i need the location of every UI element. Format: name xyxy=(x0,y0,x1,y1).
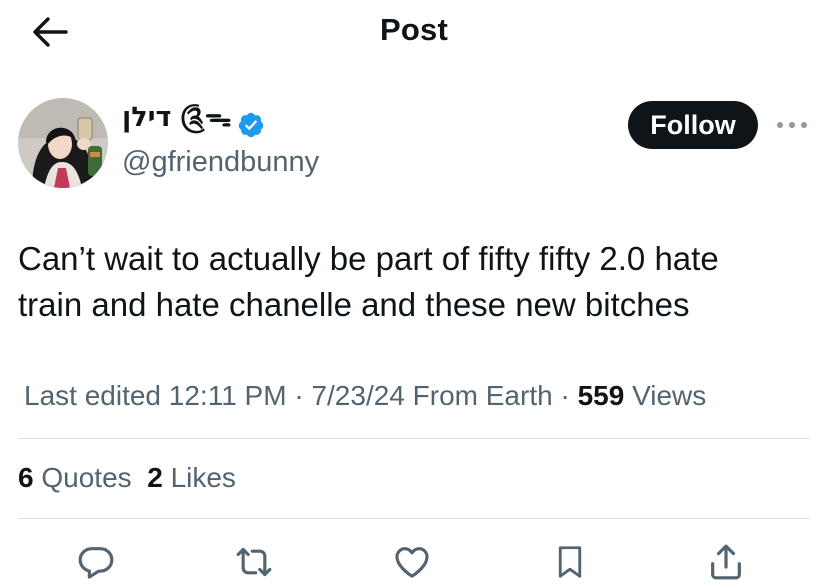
more-horizontal-icon xyxy=(777,122,807,128)
reply-icon xyxy=(78,547,114,579)
meta-separator-2: · xyxy=(560,380,570,411)
author-handle[interactable]: @gfriendbunny xyxy=(122,146,319,179)
top-bar: Post xyxy=(0,0,828,62)
verified-badge-icon[interactable] xyxy=(237,110,267,140)
likes-stat[interactable]: 2 Likes xyxy=(147,462,236,493)
repost-button[interactable] xyxy=(230,540,278,584)
reply-button[interactable] xyxy=(72,540,120,584)
bookmark-icon xyxy=(558,546,582,578)
author-name-row[interactable]: דילן ༊ᯓ xyxy=(122,102,267,143)
page-title: Post xyxy=(380,12,448,47)
share-icon xyxy=(711,544,741,580)
like-button[interactable] xyxy=(388,540,436,584)
tweet-text: Can’t wait to actually be part of fifty … xyxy=(18,236,808,328)
share-button[interactable] xyxy=(702,540,750,584)
views-count: 559 xyxy=(577,380,625,411)
like-icon xyxy=(395,547,429,578)
tweet-date[interactable]: 7/23/24 xyxy=(311,380,404,411)
engagement-stats: 6 Quotes 2 Likes xyxy=(18,462,236,494)
repost-icon xyxy=(236,547,272,577)
bookmark-button[interactable] xyxy=(546,540,594,584)
tweet-text-line-1: Can’t wait to actually be part of fifty … xyxy=(18,240,719,277)
views-label: Views xyxy=(632,380,707,411)
divider xyxy=(18,438,810,439)
divider xyxy=(18,518,810,519)
likes-label: Likes xyxy=(170,462,236,493)
quotes-count: 6 xyxy=(18,462,34,493)
quotes-stat[interactable]: 6 Quotes xyxy=(18,462,132,493)
likes-count: 2 xyxy=(147,462,163,493)
avatar[interactable] xyxy=(18,98,108,188)
profile-photo xyxy=(18,98,108,188)
tweet-text-line-2: train and hate chanelle and these new bi… xyxy=(18,286,690,323)
tweet-time[interactable]: 12:11 PM xyxy=(169,380,287,411)
tweet-location: From Earth xyxy=(412,380,553,411)
meta-separator: · xyxy=(294,380,304,411)
edited-label[interactable]: Last edited xyxy=(24,380,161,411)
more-options-button[interactable] xyxy=(770,110,814,140)
tweet-metadata: Last edited 12:11 PM · 7/23/24 From Eart… xyxy=(24,380,706,412)
quotes-label: Quotes xyxy=(41,462,132,493)
follow-button[interactable]: Follow xyxy=(628,101,758,149)
